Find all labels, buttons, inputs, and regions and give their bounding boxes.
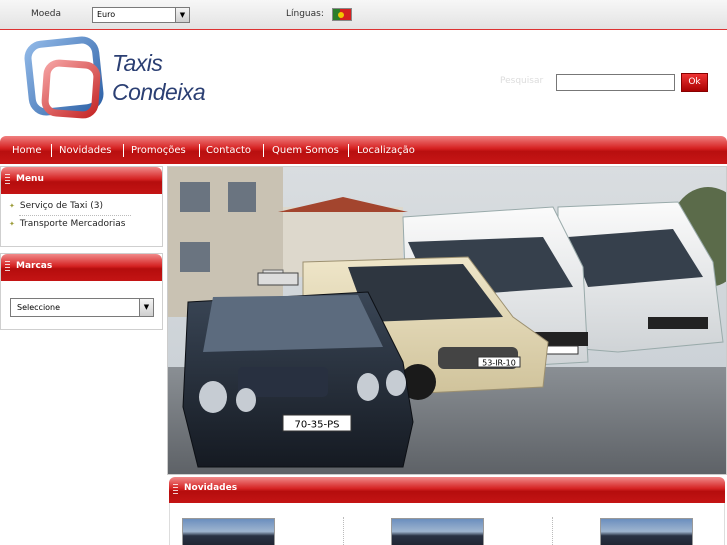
brands-title: Marcas (16, 261, 53, 271)
nav-item-novidades[interactable]: Novidades (59, 145, 111, 156)
page: Moeda Euro ▼ Línguas: Taxis Condeixa Pes… (0, 0, 727, 545)
menu-item-freight-transport[interactable]: ✦ Transporte Mercadorias (9, 219, 125, 229)
top-bar: Moeda Euro ▼ Línguas: (0, 0, 727, 30)
menu-box: Menu ✦ Serviço de Taxi (3) ✦ Transporte Me… (0, 166, 163, 247)
grip-icon (5, 174, 10, 186)
logo[interactable]: Taxis Condeixa (20, 36, 220, 131)
logo-text-line2: Condeixa (112, 79, 206, 105)
taxi-fleet-image: 53-IR-10 70-35-PS (168, 167, 726, 474)
plate-1: 70-35-PS (294, 420, 339, 431)
bullet-icon: ✦ (9, 202, 15, 210)
search-ok-button[interactable]: Ok (681, 73, 708, 92)
logo-mark-icon (24, 36, 104, 119)
language-label: Línguas: (286, 9, 324, 19)
plate-2: 53-IR-10 (482, 359, 516, 368)
nav-item-home[interactable]: Home (12, 145, 42, 156)
grip-icon (5, 261, 10, 273)
search-label: Pesquisar (500, 76, 544, 86)
brands-box-header: Marcas (1, 254, 162, 281)
logo-text-line1: Taxis (112, 50, 163, 76)
brands-select[interactable]: Seleccione ▼ (10, 298, 154, 317)
product-thumbnail[interactable] (182, 518, 275, 545)
nav-item-promocoes[interactable]: Promoções (131, 145, 186, 156)
main-nav: Home Novidades Promoções Contacto Quem S… (0, 136, 727, 164)
product-thumbnail[interactable] (600, 518, 693, 545)
menu-title: Menu (16, 174, 44, 184)
bullet-icon: ✦ (9, 220, 15, 228)
nav-item-contacto[interactable]: Contacto (206, 145, 251, 156)
header: Taxis Condeixa Pesquisar Ok (0, 31, 727, 136)
chevron-down-icon[interactable]: ▼ (175, 8, 189, 22)
hero-photo: 53-IR-10 70-35-PS (167, 166, 727, 475)
novidades-list (169, 503, 725, 545)
novidades-title: Novidades (184, 483, 238, 493)
portugal-flag-icon[interactable] (332, 8, 352, 21)
menu-item-taxi-service[interactable]: ✦ Serviço de Taxi (3) (9, 201, 103, 211)
nav-item-localizacao[interactable]: Localização (357, 145, 415, 156)
product-thumbnail[interactable] (391, 518, 484, 545)
brands-box: Marcas Seleccione ▼ (0, 253, 163, 330)
currency-select[interactable]: Euro ▼ (92, 7, 190, 23)
nav-item-quem-somos[interactable]: Quem Somos (272, 145, 339, 156)
currency-label: Moeda (31, 9, 62, 19)
brands-select-value: Seleccione (17, 303, 61, 312)
search-input[interactable] (556, 74, 675, 91)
grip-icon (173, 484, 178, 496)
currency-value: Euro (97, 10, 116, 19)
novidades-header: Novidades (169, 477, 725, 503)
chevron-down-icon[interactable]: ▼ (139, 299, 153, 316)
menu-box-header: Menu (1, 167, 162, 194)
